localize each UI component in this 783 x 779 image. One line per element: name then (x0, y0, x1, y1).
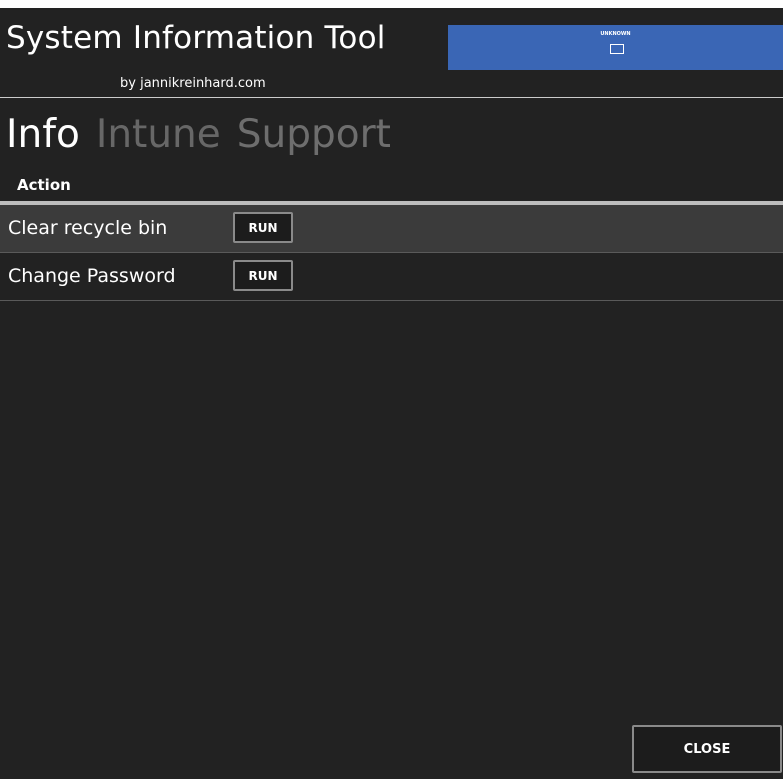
monitor-icon (610, 44, 624, 54)
app-byline: by jannikreinhard.com (120, 76, 266, 91)
action-label: Clear recycle bin (8, 217, 168, 239)
app-title: System Information Tool (6, 20, 386, 56)
action-row-change-password[interactable]: Change Password RUN (0, 253, 783, 301)
tab-support[interactable]: Support (237, 112, 391, 157)
tab-info[interactable]: Info (6, 112, 80, 157)
tab-bar: Info Intune Support (6, 112, 407, 157)
tab-intune[interactable]: Intune (96, 112, 221, 157)
close-button[interactable]: CLOSE (632, 725, 782, 773)
run-button[interactable]: RUN (233, 212, 293, 243)
action-row-clear-recycle-bin[interactable]: Clear recycle bin RUN (0, 205, 783, 253)
run-button[interactable]: RUN (233, 260, 293, 291)
action-label: Change Password (8, 265, 176, 287)
app-window: System Information Tool by jannikreinhar… (0, 8, 783, 779)
column-header-action: Action (17, 176, 71, 194)
header-divider (0, 97, 783, 98)
row-divider (0, 300, 783, 301)
username-label: UNKNOWN (600, 31, 631, 37)
user-tile[interactable]: UNKNOWN (448, 25, 783, 70)
